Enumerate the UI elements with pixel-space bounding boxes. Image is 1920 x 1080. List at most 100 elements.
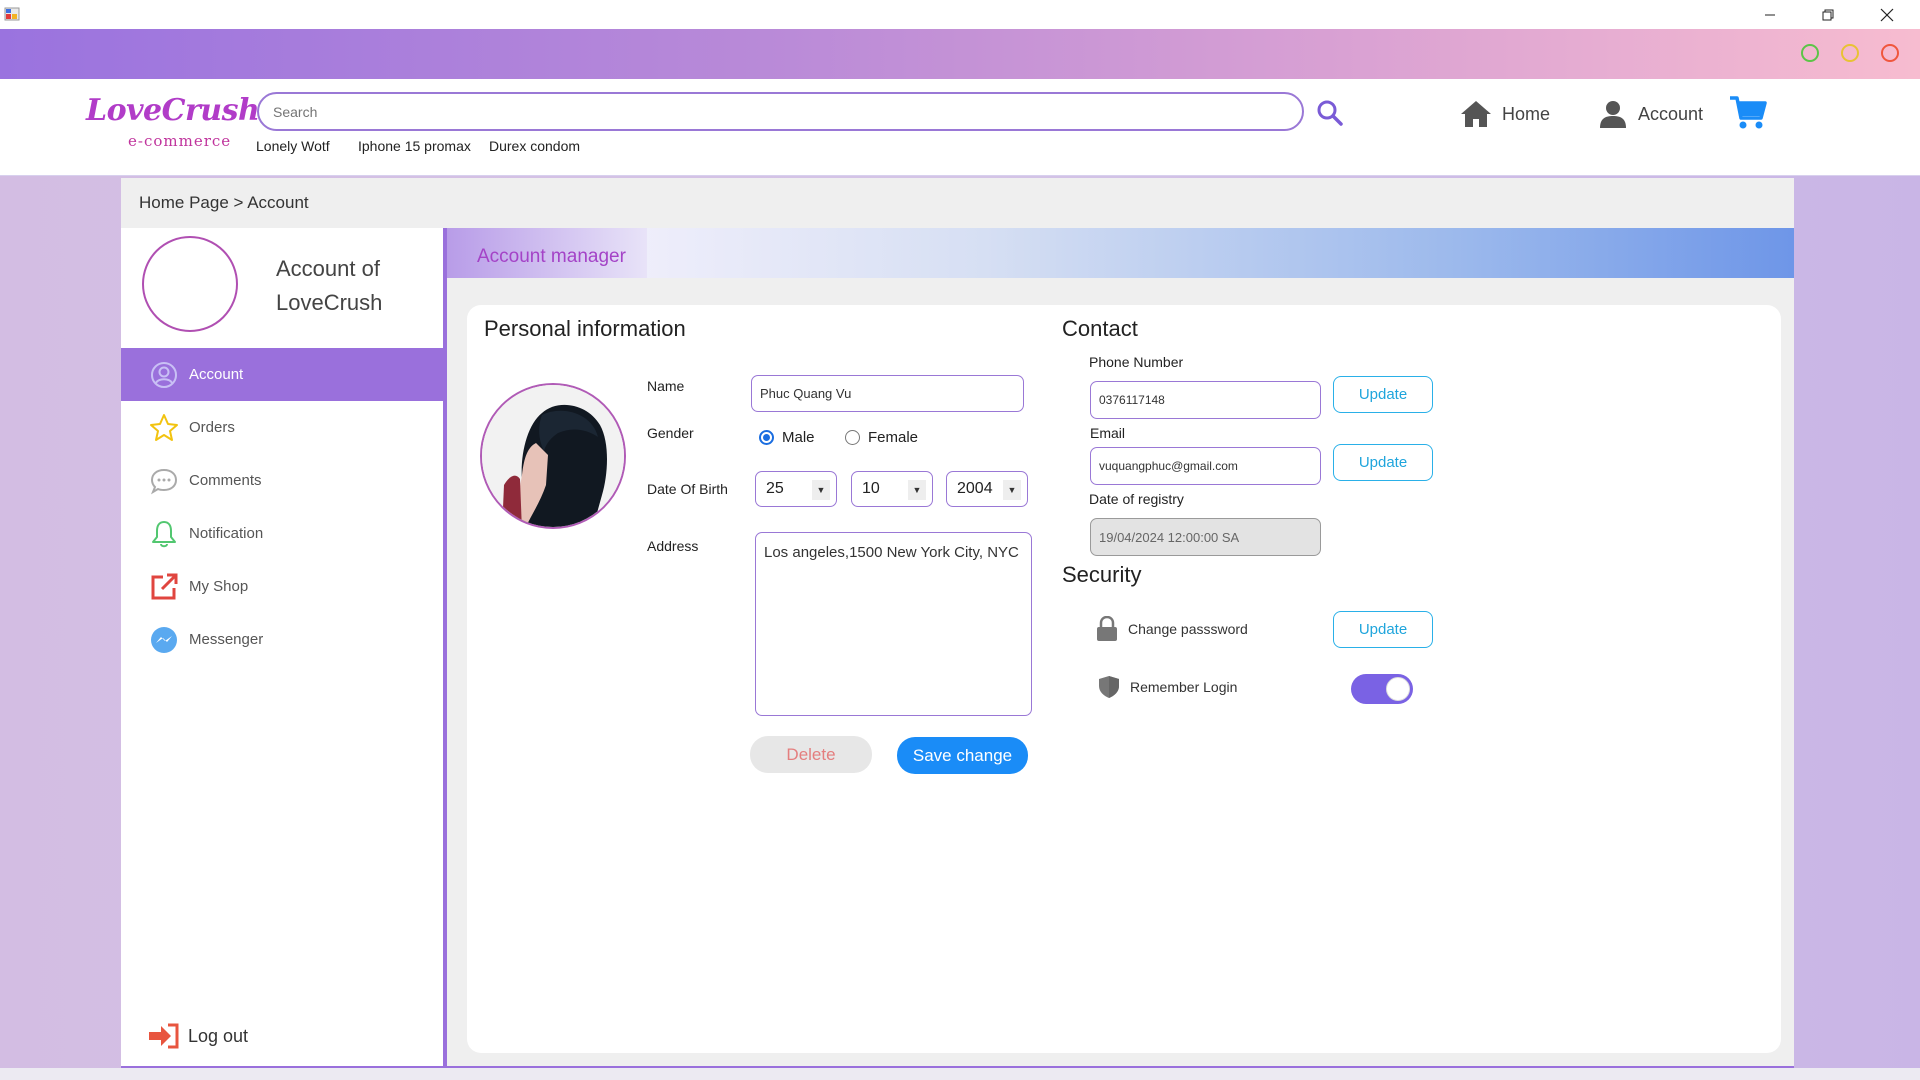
update-phone-button[interactable]: Update [1333, 376, 1433, 413]
phone-label: Phone Number [1089, 354, 1184, 370]
external-link-icon [149, 572, 179, 602]
profile-photo-image [482, 385, 624, 527]
registry-date-field: 19/04/2024 12:00:00 SA [1090, 518, 1321, 556]
search-suggestion[interactable]: Durex condom [489, 138, 580, 154]
gender-male-label: Male [782, 429, 815, 446]
minimize-button[interactable] [1741, 0, 1799, 29]
dob-year-select[interactable]: 2004 ▼ [946, 471, 1028, 507]
restore-icon [1822, 9, 1834, 20]
logout-icon [149, 1023, 179, 1049]
gender-female-radio[interactable]: Female [845, 429, 918, 446]
window-titlebar [0, 0, 1920, 29]
nav-account[interactable]: Account [1598, 97, 1703, 131]
dob-day-value: 25 [766, 480, 784, 497]
minimize-icon [1765, 14, 1775, 15]
sidebar-item-account[interactable]: Account [121, 348, 443, 401]
update-email-button[interactable]: Update [1333, 444, 1433, 481]
gender-label: Gender [647, 425, 694, 441]
search-suggestion[interactable]: Lonely Wotf [256, 138, 330, 154]
dob-label: Date Of Birth [647, 481, 728, 497]
sidebar-item-orders[interactable]: Orders [121, 401, 443, 454]
green-dot-button[interactable] [1801, 44, 1819, 62]
gender-female-label: Female [868, 429, 919, 446]
search-input[interactable] [257, 92, 1304, 131]
nav-account-label: Account [1638, 103, 1704, 124]
user-icon [1600, 101, 1626, 128]
toggle-knob [1386, 677, 1410, 701]
sidebar-item-label: My Shop [189, 578, 249, 595]
user-circle-icon [149, 360, 179, 390]
address-field[interactable]: Los angeles,1500 New York City, NYC [755, 532, 1032, 716]
sidebar-item-messenger[interactable]: Messenger [121, 613, 443, 666]
chevron-down-icon: ▼ [812, 480, 830, 500]
bell-icon [149, 519, 179, 549]
change-password-label: Change passsword [1128, 621, 1248, 637]
contact-title: Contact [1062, 316, 1138, 341]
logo-text[interactable]: LoveCrush [86, 93, 260, 128]
sidebar-title-line1: Account of [276, 256, 380, 281]
search-icon[interactable] [1316, 99, 1344, 127]
dob-month-value: 10 [862, 480, 880, 497]
nav-home[interactable]: Home [1460, 97, 1550, 131]
security-title: Security [1062, 562, 1142, 587]
sidebar-item-label: Account [189, 366, 244, 383]
home-icon [1461, 101, 1491, 127]
phone-field[interactable]: 0376117148 [1090, 381, 1321, 419]
name-label: Name [647, 378, 685, 394]
registry-label: Date of registry [1089, 491, 1184, 507]
site-header: LoveCrush e-commerce Lonely Wotf Iphone … [0, 79, 1920, 176]
radio-selected-icon [759, 430, 774, 445]
lock-icon [1097, 616, 1117, 641]
dob-year-value: 2004 [957, 480, 993, 497]
sidebar-item-label: Notification [189, 525, 264, 542]
profile-photo[interactable] [480, 383, 626, 529]
breadcrumb-bar [121, 178, 1794, 228]
sidebar-avatar[interactable] [142, 236, 238, 332]
red-dot-button[interactable] [1881, 44, 1899, 62]
account-manager-title: Account manager [477, 246, 626, 267]
sidebar-item-notification[interactable]: Notification [121, 507, 443, 560]
sidebar-title: Account of LoveCrush [276, 252, 382, 320]
restore-button[interactable] [1799, 0, 1857, 29]
dob-day-select[interactable]: 25 ▼ [755, 471, 837, 507]
logo-subtitle: e-commerce [128, 132, 232, 150]
chat-bubble-icon [149, 466, 179, 496]
bottom-strip [0, 1068, 1920, 1080]
yellow-dot-button[interactable] [1841, 44, 1859, 62]
remember-login-row: Remember Login [1098, 675, 1237, 699]
close-button[interactable] [1858, 0, 1916, 29]
remember-login-toggle[interactable] [1351, 674, 1413, 704]
breadcrumb[interactable]: Home Page > Account [139, 193, 309, 213]
remember-login-label: Remember Login [1130, 679, 1238, 695]
close-icon [1880, 8, 1894, 21]
name-field[interactable]: Phuc Quang Vu [751, 375, 1024, 412]
save-change-button[interactable]: Save change [897, 737, 1028, 774]
chevron-down-icon: ▼ [1003, 480, 1021, 500]
sidebar-item-label: Messenger [189, 631, 264, 648]
search-suggestion[interactable]: Iphone 15 promax [358, 138, 471, 154]
sidebar-item-my-shop[interactable]: My Shop [121, 560, 443, 613]
personal-info-title: Personal information [484, 316, 686, 341]
logout-label: Log out [188, 1025, 249, 1046]
account-manager-header [447, 228, 1794, 278]
nav-home-label: Home [1502, 103, 1551, 124]
app-icon [4, 7, 20, 21]
email-field[interactable]: vuquangphuc@gmail.com [1090, 447, 1321, 485]
sidebar-title-line2: LoveCrush [276, 290, 383, 315]
radio-unselected-icon [845, 430, 860, 445]
change-password-row: Change passsword [1096, 616, 1248, 642]
email-label: Email [1090, 425, 1126, 441]
logout-button[interactable]: Log out [148, 1022, 248, 1050]
address-label: Address [647, 538, 699, 554]
gender-male-radio[interactable]: Male [759, 429, 815, 446]
update-password-button[interactable]: Update [1333, 611, 1433, 648]
sidebar-item-label: Comments [189, 472, 262, 489]
delete-button[interactable]: Delete [750, 736, 872, 773]
chevron-down-icon: ▼ [908, 480, 926, 500]
sidebar-item-label: Orders [189, 419, 235, 436]
dob-month-select[interactable]: 10 ▼ [851, 471, 933, 507]
cart-icon[interactable] [1728, 93, 1768, 133]
messenger-icon [149, 625, 179, 655]
shield-icon [1099, 676, 1119, 698]
sidebar-item-comments[interactable]: Comments [121, 454, 443, 507]
